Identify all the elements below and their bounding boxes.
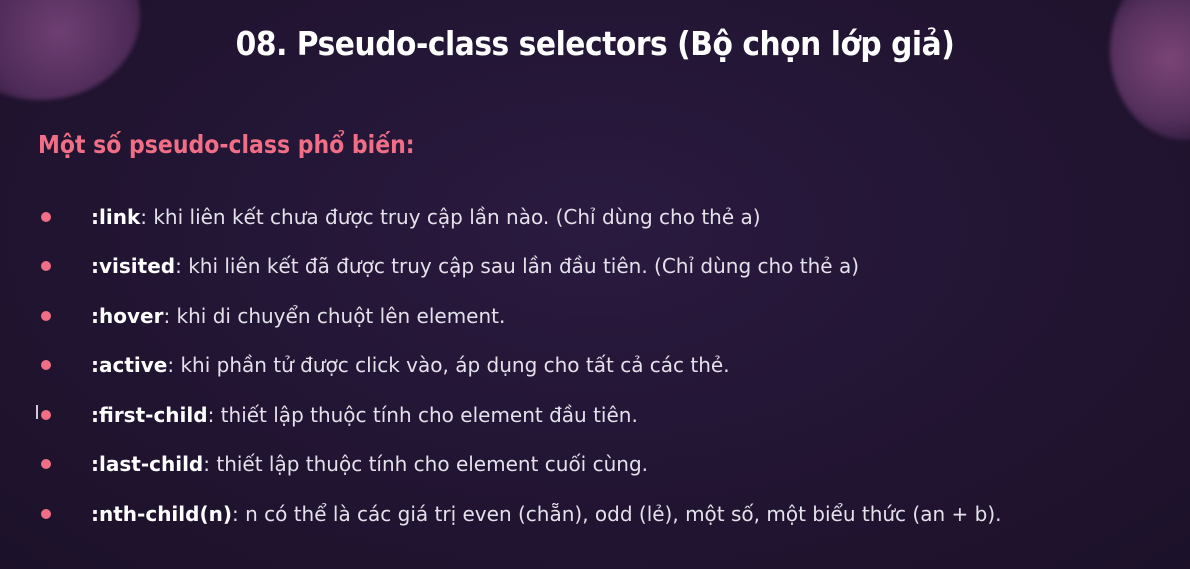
list-item-description: : khi liên kết chưa được truy cập lần nà… — [140, 204, 761, 229]
list-item-term: :nth-child(n) — [91, 501, 232, 526]
list-item: :nth-child(n): n có thể là các giá trị e… — [38, 489, 1001, 539]
list-item-term: :visited — [91, 254, 176, 279]
list-item: :first-child: thiết lập thuộc tính cho e… — [38, 390, 1001, 440]
list-item: :link: khi liên kết chưa được truy cập l… — [38, 192, 1001, 242]
decorative-blob-right — [1110, 0, 1190, 140]
slide-subtitle: Một số pseudo-class phổ biến: — [38, 130, 415, 159]
list-item: :visited: khi liên kết đã được truy cập … — [38, 242, 1001, 292]
slide-title: 08. Pseudo-class selectors (Bộ chọn lớp … — [235, 24, 955, 63]
list-item-description: : khi di chuyển chuột lên element. — [163, 303, 506, 328]
bullet-icon — [41, 211, 51, 222]
list-item-term: :first-child — [91, 402, 208, 427]
list-item: :active: khi phần tử được click vào, áp … — [38, 341, 1001, 391]
pseudo-class-list: :link: khi liên kết chưa được truy cập l… — [38, 192, 1001, 539]
list-item-description: : thiết lập thuộc tính cho element cuối … — [203, 452, 648, 477]
bullet-icon — [41, 409, 51, 420]
bullet-icon — [41, 508, 51, 519]
list-item-description: : n có thể là các giá trị even (chẵn), o… — [231, 501, 1002, 526]
list-item-description: : khi liên kết đã được truy cập sau lần … — [175, 254, 859, 279]
list-item-description: : thiết lập thuộc tính cho element đầu t… — [207, 402, 638, 427]
text-cursor-icon — [36, 405, 38, 419]
list-item: :last-child: thiết lập thuộc tính cho el… — [38, 440, 1001, 490]
slide: 08. Pseudo-class selectors (Bộ chọn lớp … — [0, 0, 1190, 569]
list-item: :hover: khi di chuyển chuột lên element. — [38, 291, 1001, 341]
bullet-icon — [41, 459, 51, 470]
bullet-icon — [41, 261, 51, 272]
list-item-description: : khi phần tử được click vào, áp dụng ch… — [167, 353, 730, 378]
list-item-term: :link — [91, 204, 141, 229]
list-item-term: :hover — [91, 303, 164, 328]
list-item-term: :last-child — [91, 452, 204, 477]
bullet-icon — [41, 360, 51, 371]
bullet-icon — [41, 310, 51, 321]
list-item-term: :active — [91, 353, 168, 378]
